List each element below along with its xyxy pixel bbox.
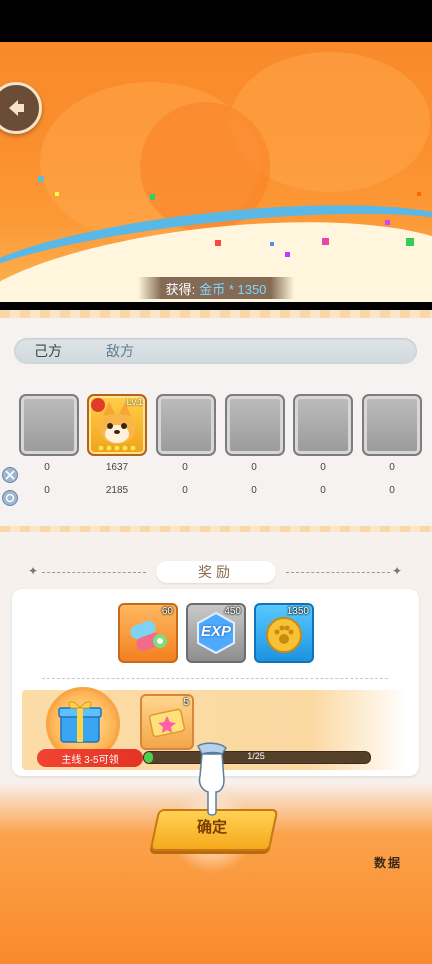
taken-value: 2185 xyxy=(105,485,129,496)
item-count: 1350 xyxy=(286,606,309,617)
taken-value: 0 xyxy=(320,485,326,496)
data-button[interactable]: 数据 xyxy=(374,854,402,871)
hero-slot-empty xyxy=(19,394,79,456)
dashed-divider xyxy=(42,678,388,679)
rewards-title: 奖励 xyxy=(156,561,276,583)
damage-value: 0 xyxy=(44,462,50,473)
reward-item-exp[interactable]: EXP 450 xyxy=(186,603,246,663)
back-arrow-icon xyxy=(9,100,24,116)
damage-icon xyxy=(2,467,18,483)
team-tab-bar xyxy=(14,338,417,364)
quest-label: 主线 3-5可领 xyxy=(37,749,143,767)
gain-value: 金币 * 1350 xyxy=(199,281,267,297)
hero-slot-empty xyxy=(225,394,285,456)
damage-value: 0 xyxy=(251,462,257,473)
gain-label: 获得: xyxy=(165,281,196,297)
gift-box-icon xyxy=(58,701,102,743)
sparkle-icon: ✦ xyxy=(28,564,39,578)
item-count: 5 xyxy=(183,697,189,708)
hero-slot-fox[interactable]: Lv.1 xyxy=(87,394,147,456)
title-deco-line xyxy=(42,572,146,573)
reward-item-coin[interactable]: 1350 xyxy=(254,603,314,663)
top-bar xyxy=(0,0,432,42)
item-count: 450 xyxy=(224,606,241,617)
shield-icon xyxy=(2,490,18,506)
title-deco-line xyxy=(286,572,390,573)
gain-banner: 获得: 金币 * 1350 xyxy=(138,277,294,299)
taken-value: 0 xyxy=(389,485,395,496)
hero-level: Lv.1 xyxy=(126,397,143,407)
hero-slot-empty xyxy=(156,394,216,456)
damage-value: 1637 xyxy=(105,462,129,473)
sparkle-icon: ✦ xyxy=(392,564,403,578)
tap-hand-icon xyxy=(197,742,227,816)
damage-value: 0 xyxy=(182,462,188,473)
taken-value: 0 xyxy=(44,485,50,496)
taken-value: 0 xyxy=(251,485,257,496)
tab-enemy[interactable]: 敌方 xyxy=(106,338,134,364)
ticket-item[interactable]: 5 xyxy=(140,694,194,750)
damage-value: 0 xyxy=(320,462,326,473)
exp-label: EXP xyxy=(200,623,231,640)
hero-slot-empty xyxy=(362,394,422,456)
quest-progress-text: 1/25 xyxy=(247,751,265,761)
reward-item-tape[interactable]: 60 xyxy=(118,603,178,663)
result-banner-background xyxy=(0,42,432,302)
taken-value: 0 xyxy=(182,485,188,496)
tab-ally[interactable]: 己方 xyxy=(34,338,62,364)
hero-slot-empty xyxy=(293,394,353,456)
damage-value: 0 xyxy=(389,462,395,473)
item-count: 60 xyxy=(161,606,173,617)
